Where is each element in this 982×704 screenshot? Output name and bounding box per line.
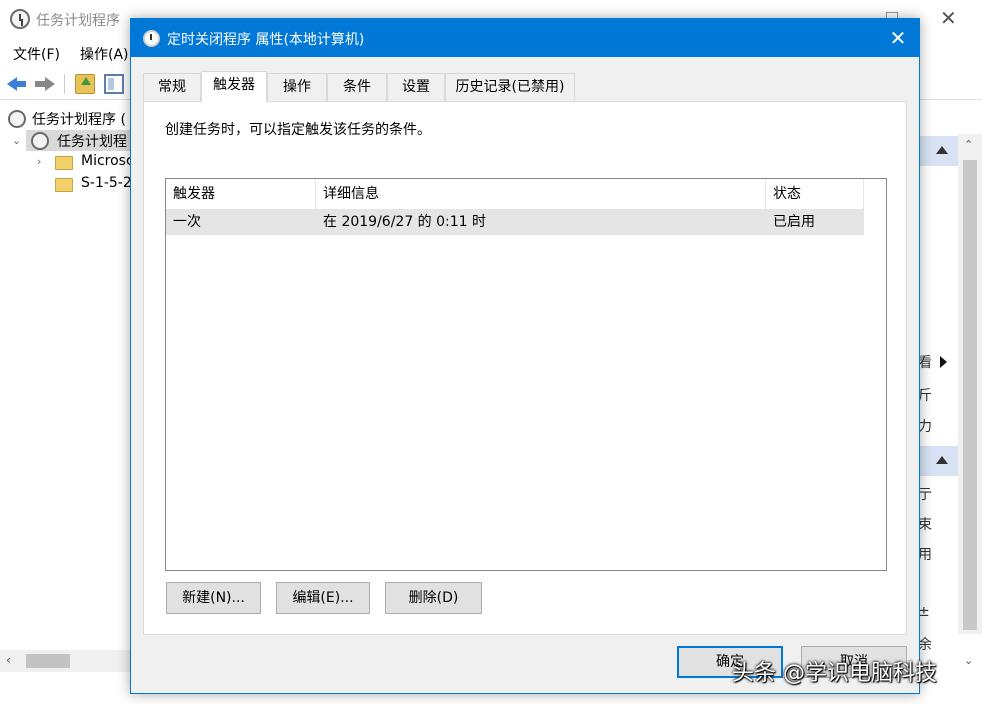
chevron-down-icon[interactable]: ⌄ [12, 134, 21, 147]
scroll-thumb[interactable] [26, 654, 70, 668]
dialog-close-icon[interactable]: ✕ [881, 23, 915, 53]
menu-action[interactable]: 操作(A) [80, 44, 129, 64]
tab-strip: 常规 触发器 操作 条件 设置 历史记录(已禁用) [143, 71, 913, 102]
triggers-panel: 创建任务时，可以指定触发该任务的条件。 触发器 详细信息 状态 一次 在 201… [143, 101, 907, 635]
cell-details: 在 2019/6/27 的 0:11 时 [323, 214, 487, 230]
back-arrow-icon[interactable] [7, 74, 27, 94]
tree-item-label: Microsc [81, 153, 132, 169]
tab-history[interactable]: 历史记录(已禁用) [445, 73, 575, 101]
action-fragment[interactable]: 用 [918, 544, 932, 564]
actions-section-header[interactable] [918, 446, 958, 476]
tab-actions[interactable]: 操作 [267, 73, 327, 101]
clock-icon [10, 9, 30, 29]
action-fragment[interactable]: 力 [918, 416, 932, 436]
tree-item-label: 任务计划程序 ( [32, 112, 126, 128]
triggers-description: 创建任务时，可以指定触发该任务的条件。 [165, 122, 431, 138]
horizontal-scrollbar[interactable]: ‹ [0, 650, 132, 672]
column-header-status[interactable]: 状态 [766, 179, 864, 209]
actions-section-header[interactable] [918, 136, 958, 166]
cell-status: 已启用 [773, 214, 815, 230]
scroll-thumb[interactable] [963, 160, 977, 630]
clock-icon [8, 110, 26, 128]
folder-icon [55, 156, 73, 170]
collapse-up-icon[interactable] [936, 146, 948, 154]
close-icon[interactable]: ✕ [940, 8, 957, 28]
dialog-title: 定时关闭程序 属性(本地计算机) [167, 32, 365, 48]
column-header-trigger[interactable]: 触发器 [166, 179, 316, 209]
dialog-titlebar[interactable]: 定时关闭程序 属性(本地计算机) ✕ [131, 19, 919, 57]
action-fragment[interactable]: 亍 [918, 484, 932, 504]
task-properties-dialog: 定时关闭程序 属性(本地计算机) ✕ 常规 触发器 操作 条件 设置 历史记录(… [130, 18, 920, 694]
actions-pane: 看 斤 力 亍 束 用 ± 余 ⌃ ⌄ [918, 104, 982, 674]
watermark-text: 头条 @学识电脑科技 [732, 661, 937, 686]
navigation-tree: 任务计划程序 ( ⌄ 任务计划程 › Microsc S-1-5-2 [0, 104, 132, 674]
edit-trigger-button[interactable]: 编辑(E)... [276, 582, 370, 614]
scroll-left-icon[interactable]: ‹ [6, 653, 11, 667]
new-trigger-button[interactable]: 新建(N)... [166, 582, 261, 614]
submenu-arrow-icon [940, 356, 947, 368]
folder-clock-icon [31, 132, 49, 150]
action-fragment[interactable]: 看 [918, 352, 932, 372]
vertical-scrollbar[interactable]: ⌃ ⌄ [958, 134, 982, 667]
action-fragment[interactable]: 斤 [918, 385, 932, 405]
folder-up-icon[interactable] [75, 74, 95, 94]
clock-icon [143, 30, 160, 47]
triggers-list[interactable]: 触发器 详细信息 状态 一次 在 2019/6/27 的 0:11 时 已启用 [165, 178, 887, 571]
action-fragment[interactable]: 束 [918, 514, 932, 534]
toolbar-divider [64, 74, 65, 94]
show-hide-tree-icon[interactable] [104, 74, 124, 94]
scroll-down-icon[interactable]: ⌄ [964, 654, 973, 667]
main-window-title: 任务计划程序 [36, 13, 120, 29]
tab-triggers[interactable]: 触发器 [201, 71, 267, 102]
folder-icon [55, 178, 73, 192]
collapse-up-icon[interactable] [936, 456, 948, 464]
menu-file[interactable]: 文件(F) [13, 44, 60, 64]
action-fragment[interactable]: 余 [918, 634, 932, 654]
scroll-up-icon[interactable]: ⌃ [964, 138, 973, 151]
column-header-details[interactable]: 详细信息 [316, 179, 766, 209]
tab-settings[interactable]: 设置 [387, 73, 445, 101]
tab-general[interactable]: 常规 [143, 73, 201, 101]
chevron-right-icon[interactable]: › [37, 155, 41, 168]
tab-conditions[interactable]: 条件 [327, 73, 387, 101]
tree-item-label: S-1-5-2 [81, 175, 132, 191]
tree-item-label: 任务计划程 [57, 134, 127, 150]
delete-trigger-button[interactable]: 删除(D) [385, 582, 482, 614]
cell-trigger: 一次 [173, 214, 201, 230]
forward-arrow-icon[interactable] [35, 74, 55, 94]
table-row[interactable]: 一次 在 2019/6/27 的 0:11 时 已启用 [166, 209, 864, 235]
